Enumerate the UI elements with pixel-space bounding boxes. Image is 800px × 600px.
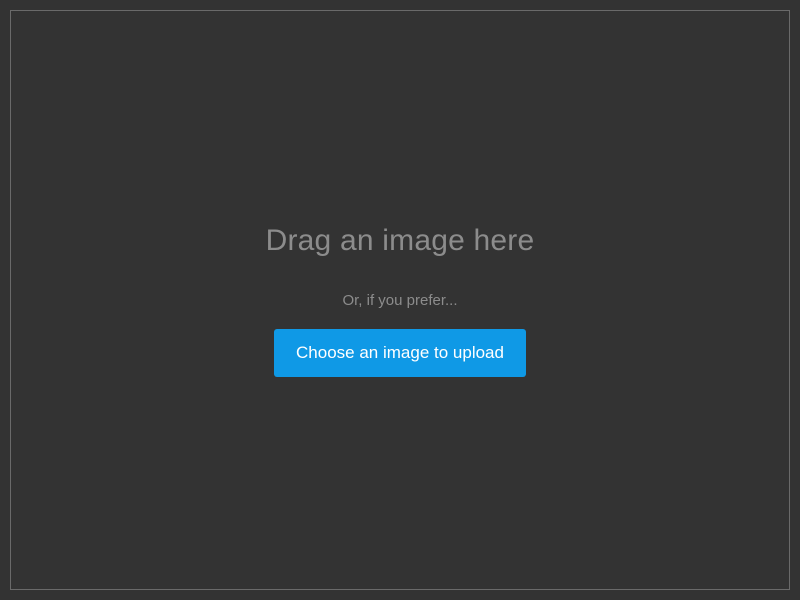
or-prefer-text: Or, if you prefer... bbox=[342, 292, 457, 309]
drag-heading: Drag an image here bbox=[266, 224, 535, 258]
image-dropzone[interactable]: Drag an image here Or, if you prefer... … bbox=[10, 10, 790, 590]
choose-image-button[interactable]: Choose an image to upload bbox=[274, 329, 526, 377]
